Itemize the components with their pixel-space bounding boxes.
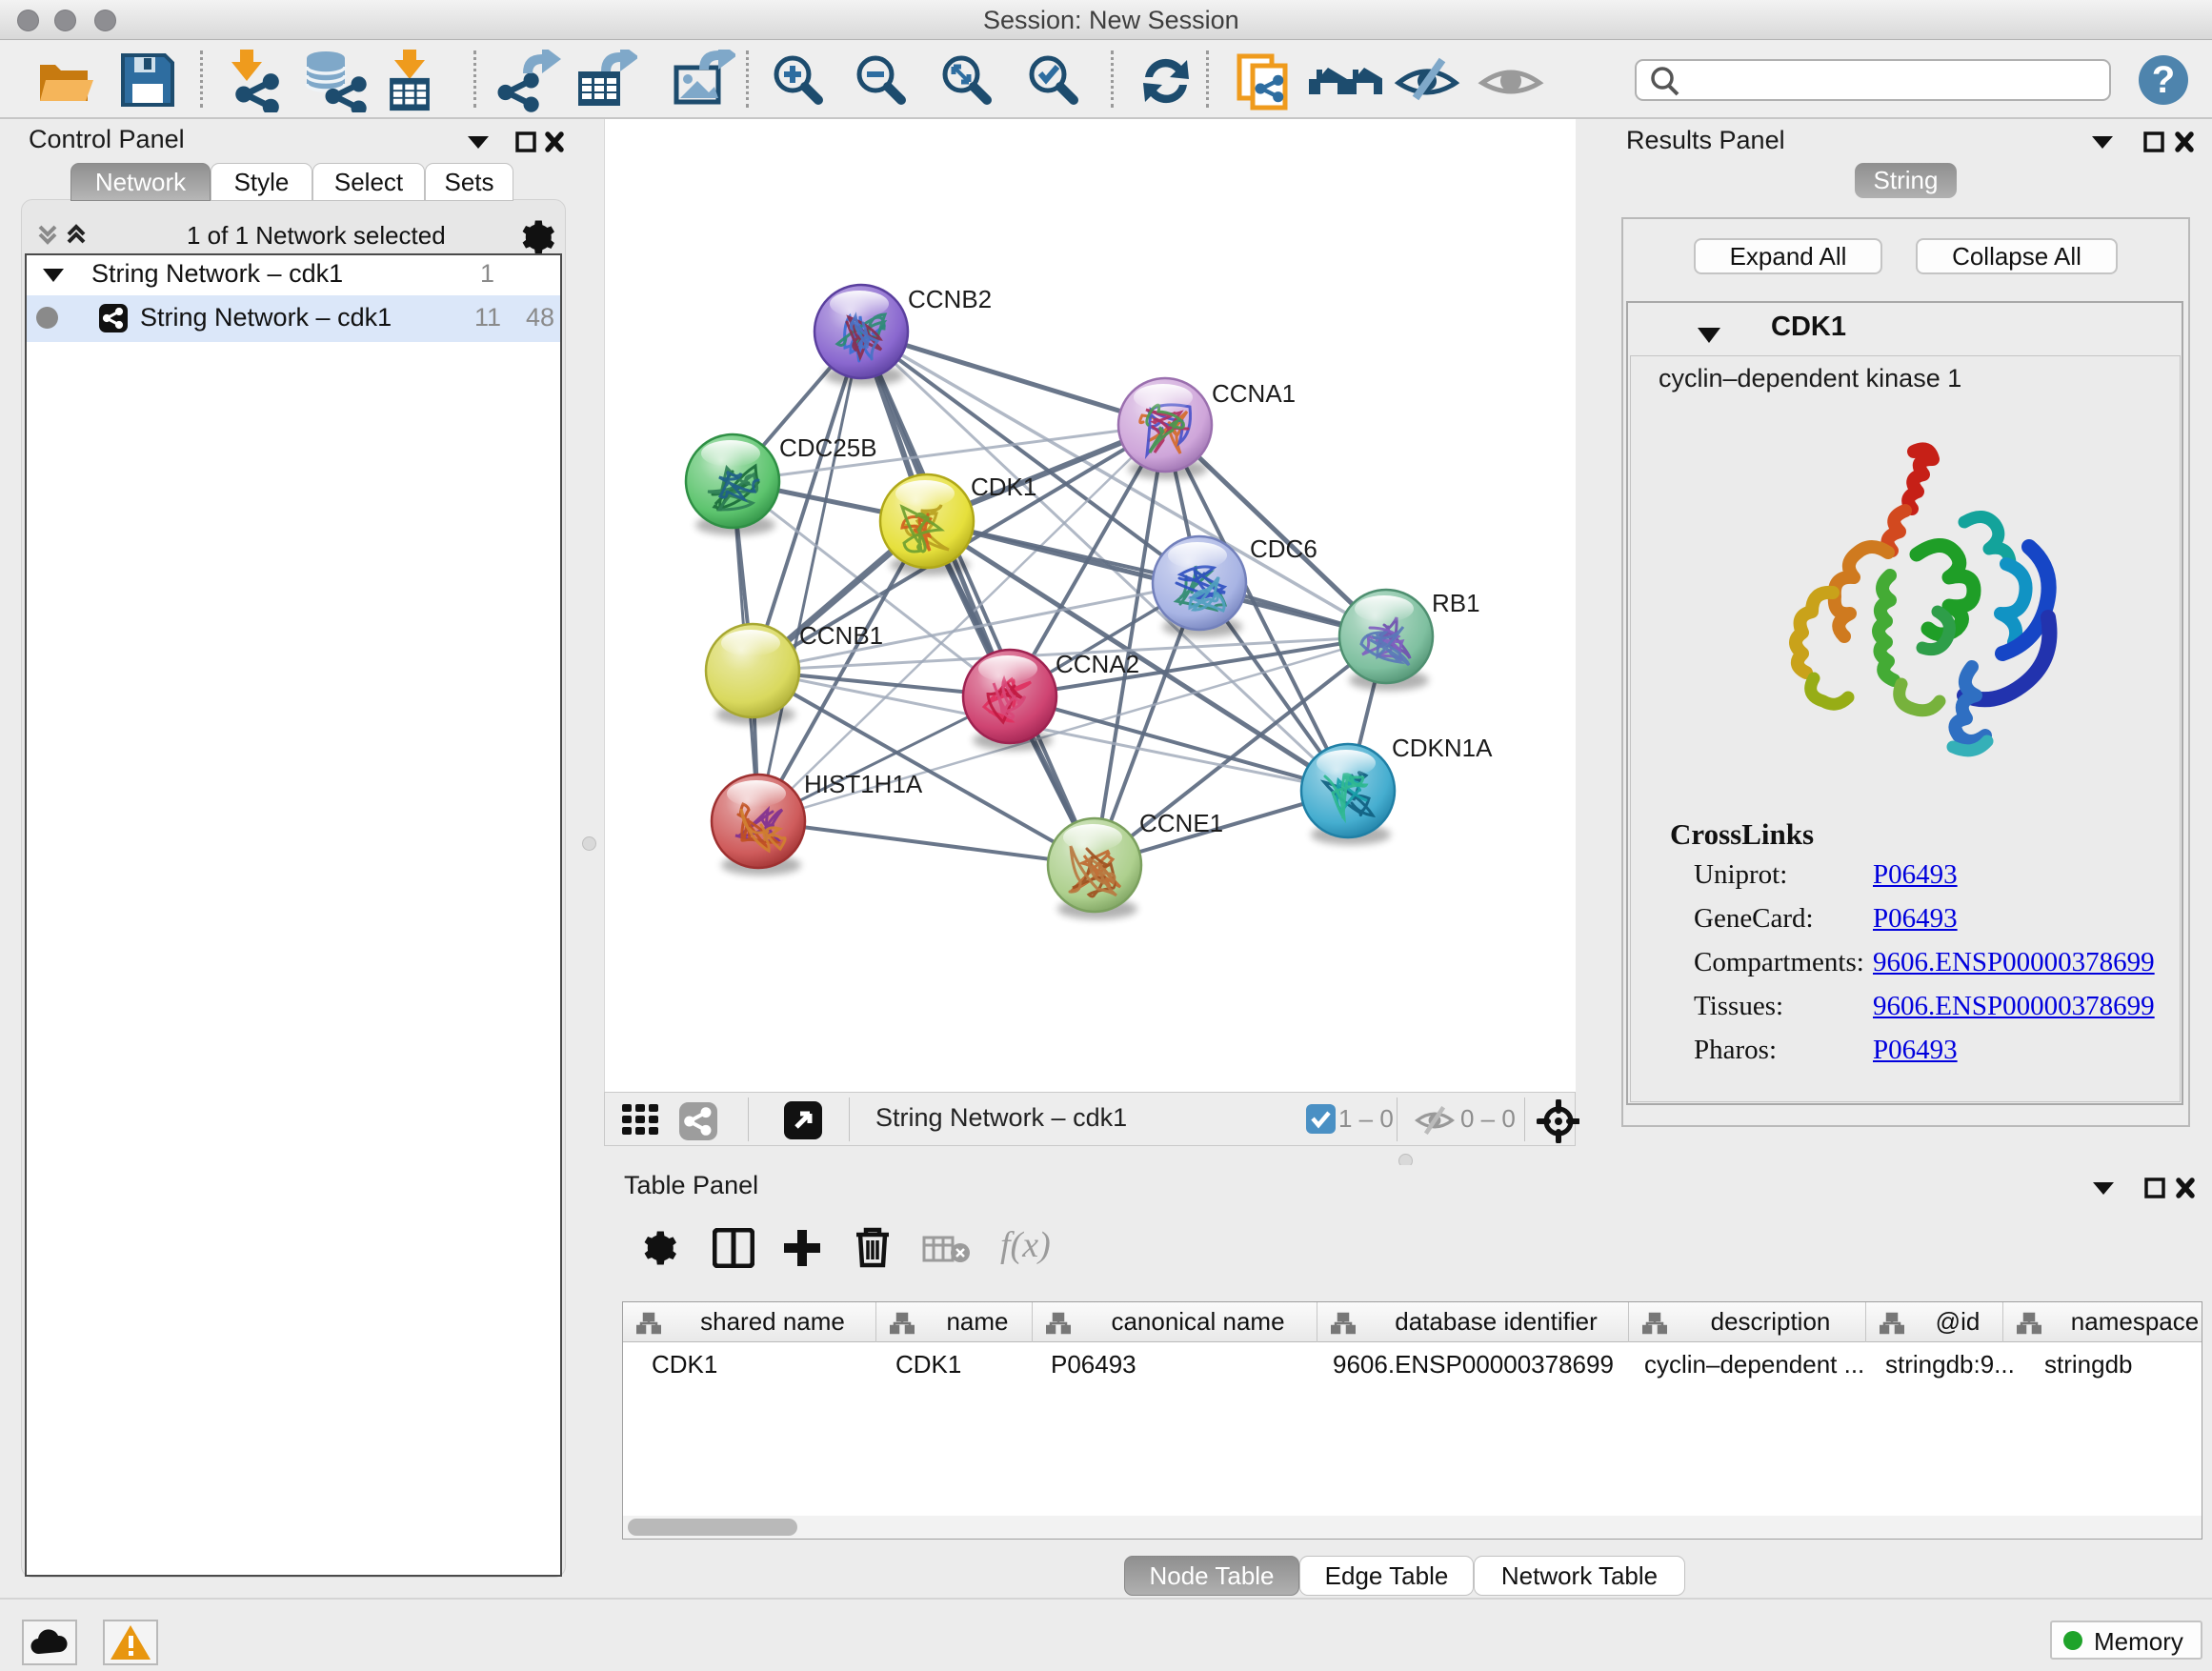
svg-text:HIST1H1A: HIST1H1A (804, 770, 923, 798)
svg-text:CDKN1A: CDKN1A (1392, 734, 1493, 762)
svg-text:CDK1: CDK1 (971, 473, 1036, 501)
svg-text:CCNA2: CCNA2 (1056, 650, 1139, 678)
svg-text:CCNE1: CCNE1 (1139, 809, 1223, 837)
svg-text:CDC25B: CDC25B (779, 433, 877, 462)
svg-text:RB1: RB1 (1432, 589, 1480, 617)
svg-text:CDC6: CDC6 (1250, 534, 1317, 563)
svg-text:CCNB1: CCNB1 (799, 621, 883, 650)
svg-text:CCNA1: CCNA1 (1212, 379, 1296, 408)
svg-text:CCNB2: CCNB2 (908, 285, 992, 313)
svg-text:?: ? (2152, 59, 2175, 101)
